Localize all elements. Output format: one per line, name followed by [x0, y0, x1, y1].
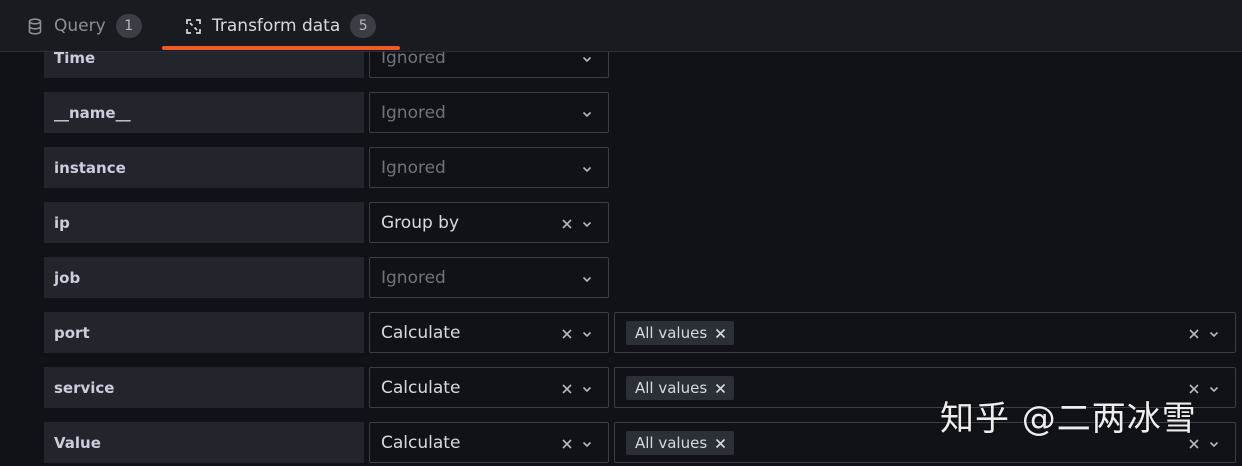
field-row-time: Time Ignored [0, 52, 1242, 78]
field-row-instance: instance Ignored [0, 147, 1242, 188]
field-name: Time [44, 52, 364, 78]
field-mode-value: Ignored [381, 102, 446, 123]
calculation-chip-label: All values [635, 434, 708, 452]
clear-icon[interactable] [560, 326, 574, 340]
chevron-down-icon[interactable] [580, 106, 594, 120]
chevron-down-icon[interactable] [580, 436, 594, 450]
remove-chip-icon[interactable] [715, 328, 726, 339]
calculation-multiselect[interactable]: All values [614, 312, 1236, 353]
tab-transform-data-count-badge: 5 [350, 14, 377, 38]
calculation-chip-label: All values [635, 379, 708, 397]
tab-query-label: Query [54, 16, 106, 36]
field-name: instance [44, 147, 364, 188]
field-name: service [44, 367, 364, 408]
field-mode-select[interactable]: Calculate [369, 312, 609, 353]
field-mode-value: Ignored [381, 52, 446, 68]
field-mode-value: Calculate [381, 377, 461, 398]
field-row-name: __name__ Ignored [0, 92, 1242, 133]
field-mode-select[interactable]: Ignored [369, 52, 609, 78]
field-mode-value: Ignored [381, 157, 446, 178]
remove-chip-icon[interactable] [715, 438, 726, 449]
chevron-down-icon[interactable] [1207, 326, 1221, 340]
chevron-down-icon[interactable] [1207, 381, 1221, 395]
tab-transform-data[interactable]: Transform data 5 [184, 0, 377, 52]
tab-query-count-badge: 1 [115, 14, 142, 38]
chevron-down-icon[interactable] [580, 326, 594, 340]
clear-icon[interactable] [1187, 326, 1201, 340]
field-mode-select[interactable]: Group by [369, 202, 609, 243]
field-mode-value: Group by [381, 212, 460, 233]
remove-chip-icon[interactable] [715, 383, 726, 394]
field-name: job [44, 257, 364, 298]
field-name: ip [44, 202, 364, 243]
tab-transform-data-label: Transform data [212, 16, 341, 36]
calculation-chip: All values [626, 321, 735, 345]
tab-bar: Query 1 Transform data 5 [0, 0, 1242, 52]
clear-icon[interactable] [560, 381, 574, 395]
field-mode-select[interactable]: Calculate [369, 367, 609, 408]
field-name: Value [44, 422, 364, 463]
database-icon [26, 17, 44, 35]
calculation-chip-label: All values [635, 324, 708, 342]
field-row-port: port Calculate All values [0, 312, 1242, 353]
field-mode-select[interactable]: Ignored [369, 257, 609, 298]
clear-icon[interactable] [560, 436, 574, 450]
chevron-down-icon[interactable] [580, 52, 594, 65]
chevron-down-icon[interactable] [580, 216, 594, 230]
field-mode-value: Ignored [381, 267, 446, 288]
field-mode-select[interactable]: Ignored [369, 92, 609, 133]
transform-icon [184, 17, 202, 35]
field-mode-value: Calculate [381, 322, 461, 343]
chevron-down-icon[interactable] [580, 271, 594, 285]
field-name: port [44, 312, 364, 353]
calculation-chip: All values [626, 431, 735, 455]
chevron-down-icon[interactable] [1207, 436, 1221, 450]
field-mode-value: Calculate [381, 432, 461, 453]
field-row-ip: ip Group by [0, 202, 1242, 243]
field-mode-select[interactable]: Calculate [369, 422, 609, 463]
field-row-job: job Ignored [0, 257, 1242, 298]
calculation-chip: All values [626, 376, 735, 400]
chevron-down-icon[interactable] [580, 381, 594, 395]
clear-icon[interactable] [560, 216, 574, 230]
tab-query[interactable]: Query 1 [26, 0, 142, 52]
active-tab-indicator [162, 46, 400, 50]
chevron-down-icon[interactable] [580, 161, 594, 175]
field-mode-select[interactable]: Ignored [369, 147, 609, 188]
field-name: __name__ [44, 92, 364, 133]
watermark: 知乎 @二两冰雪 [940, 399, 1197, 439]
